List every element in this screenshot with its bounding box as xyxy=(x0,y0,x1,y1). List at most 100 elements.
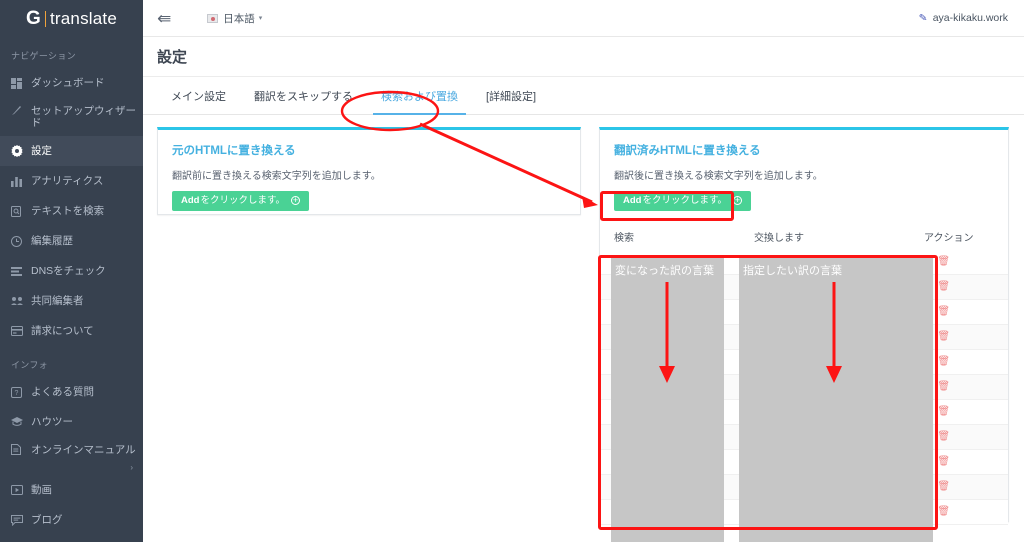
sidebar-item-label: ハウツー xyxy=(31,416,73,428)
replace-rules-table: 検索 交換します アクション ✎ 🗑 ✎ 🗑 ✎ 🗑 ✎ 🗑 ✎ 🗑 ✎ 🗑 ✎ 🗑 ✎ 🗑 ✎ 🗑 ✎ 🗑 ✎ 🗑 xyxy=(600,229,1008,525)
cell-action: ✎ 🗑 xyxy=(924,306,996,317)
tab-skip-translation[interactable]: 翻訳をスキップする xyxy=(240,77,367,114)
sidebar-item-check-dns[interactable]: DNSをチェック xyxy=(0,256,143,286)
sidebar-item-label: 共同編集者 xyxy=(31,295,84,307)
video-icon xyxy=(11,485,31,495)
sidebar-item-label: テキストを検索 xyxy=(31,205,105,217)
trash-icon[interactable]: 🗑 xyxy=(937,281,950,292)
sidebar-item-label: 請求について xyxy=(31,325,94,337)
add-button-bold-label: Add xyxy=(623,195,642,206)
chevron-right-icon: › xyxy=(130,463,133,472)
sidebar: G translate ナビゲーション ダッシュボード セットアップウィザード … xyxy=(0,0,143,542)
pencil-icon[interactable]: ✎ xyxy=(924,356,932,367)
table-row: ✎ 🗑 xyxy=(600,324,1008,350)
trash-icon[interactable]: 🗑 xyxy=(937,331,950,342)
table-row: ✎ 🗑 xyxy=(600,499,1008,525)
pencil-icon[interactable]: ✎ xyxy=(924,281,932,292)
language-selector[interactable]: 日本語 ▾ xyxy=(207,11,262,26)
pencil-icon[interactable]: ✎ xyxy=(924,306,932,317)
tab-advanced-settings[interactable]: [詳細設定] xyxy=(472,77,550,114)
flag-icon xyxy=(207,13,219,23)
sidebar-item-billing[interactable]: 請求について xyxy=(0,316,143,346)
tab-main-settings[interactable]: メイン設定 xyxy=(157,77,240,114)
brand-logo[interactable]: G translate xyxy=(0,0,143,37)
sidebar-item-label: 編集履歴 xyxy=(31,235,73,247)
cell-action: ✎ 🗑 xyxy=(924,381,996,392)
tab-search-and-replace[interactable]: 検索および置換 xyxy=(367,77,472,115)
sidebar-item-howto[interactable]: ハウツー xyxy=(0,407,143,437)
trash-icon[interactable]: 🗑 xyxy=(937,381,950,392)
top-bar: ⇚ 日本語 ▾ ✎ aya-kikaku.work xyxy=(143,0,1024,37)
sidebar-item-edit-history[interactable]: 編集履歴 xyxy=(0,226,143,256)
sidebar-item-settings[interactable]: 設定 xyxy=(0,136,143,166)
sidebar-item-setup-wizard[interactable]: セットアップウィザード xyxy=(0,98,143,136)
cards-row: 元のHTMLに置き換える 翻訳前に置き換える検索文字列を追加します。 Add を… xyxy=(143,115,1024,525)
plus-circle-icon: + xyxy=(733,195,743,206)
page-title: 設定 xyxy=(157,49,188,66)
original-html-replace-card: 元のHTMLに置き換える 翻訳前に置き換える検索文字列を追加します。 Add を… xyxy=(157,127,581,215)
table-row: ✎ 🗑 xyxy=(600,349,1008,375)
pencil-icon[interactable]: ✎ xyxy=(924,256,932,267)
app-root: G translate ナビゲーション ダッシュボード セットアップウィザード … xyxy=(0,0,1024,542)
pencil-icon[interactable]: ✎ xyxy=(924,481,932,492)
trash-icon[interactable]: 🗑 xyxy=(937,356,950,367)
table-body: ✎ 🗑 ✎ 🗑 ✎ 🗑 ✎ 🗑 ✎ 🗑 ✎ 🗑 ✎ 🗑 ✎ 🗑 ✎ 🗑 ✎ 🗑 ✎ 🗑 xyxy=(600,249,1008,525)
table-row: ✎ 🗑 xyxy=(600,424,1008,450)
brand-logo-g: G xyxy=(26,7,41,29)
pencil-icon[interactable]: ✎ xyxy=(924,456,932,467)
trash-icon[interactable]: 🗑 xyxy=(937,456,950,467)
gear-icon xyxy=(11,145,31,157)
add-button-label: をクリックします。 xyxy=(642,195,728,206)
sidebar-item-label: 動画 xyxy=(31,484,52,496)
pencil-icon[interactable]: ✎ xyxy=(924,431,932,442)
pencil-icon[interactable]: ✎ xyxy=(924,331,932,342)
add-button-label: をクリックします。 xyxy=(200,195,286,206)
sidebar-item-label: オンラインマニュアル xyxy=(31,444,136,456)
collapse-sidebar-icon[interactable]: ⇚ xyxy=(157,10,171,27)
cell-action: ✎ 🗑 xyxy=(924,456,996,467)
pencil-icon[interactable]: ✎ xyxy=(924,381,932,392)
sidebar-item-collaborators[interactable]: 共同編集者 xyxy=(0,286,143,316)
card-title: 翻訳済みHTMLに置き換える xyxy=(614,145,761,157)
sidebar-item-faq[interactable]: ? よくある質問 xyxy=(0,377,143,407)
card-description: 翻訳前に置き換える検索文字列を追加します。 xyxy=(172,171,381,182)
sidebar-item-video[interactable]: 動画 xyxy=(0,475,143,505)
cell-action: ✎ 🗑 xyxy=(924,356,996,367)
trash-icon[interactable]: 🗑 xyxy=(937,506,950,517)
sidebar-item-label: ブログ xyxy=(31,514,63,526)
translated-html-replace-card: 翻訳済みHTMLに置き換える 翻訳後に置き換える検索文字列を追加します。 Add… xyxy=(599,127,1009,525)
trash-icon[interactable]: 🗑 xyxy=(937,431,950,442)
billing-icon xyxy=(11,326,31,336)
table-row: ✎ 🗑 xyxy=(600,299,1008,325)
column-header-search: 検索 xyxy=(614,232,634,244)
trash-icon[interactable]: 🗑 xyxy=(937,306,950,317)
sidebar-item-online-manual[interactable]: オンラインマニュアル › xyxy=(0,437,143,475)
page-content: 設定 メイン設定 翻訳をスキップする 検索および置換 [詳細設定] 元のHTML… xyxy=(143,37,1024,542)
trash-icon[interactable]: 🗑 xyxy=(937,406,950,417)
sidebar-item-dashboard[interactable]: ダッシュボード xyxy=(0,68,143,98)
sidebar-item-search-text[interactable]: テキストを検索 xyxy=(0,196,143,226)
cell-action: ✎ 🗑 xyxy=(924,281,996,292)
sidebar-item-analytics[interactable]: アナリティクス xyxy=(0,166,143,196)
sidebar-item-blog[interactable]: ブログ xyxy=(0,505,143,535)
brand-logo-word: translate xyxy=(49,8,117,28)
trash-icon[interactable]: 🗑 xyxy=(937,481,950,492)
history-icon xyxy=(11,235,31,247)
plus-circle-icon: + xyxy=(291,195,301,206)
add-button-bold-label: Add xyxy=(181,195,200,206)
right-add-button[interactable]: Add をクリックします。 + xyxy=(614,191,752,211)
account-menu[interactable]: ✎ aya-kikaku.work xyxy=(919,12,1008,24)
wizard-icon xyxy=(11,105,31,116)
chevron-down-icon: ▾ xyxy=(258,15,263,22)
trash-icon[interactable]: 🗑 xyxy=(937,256,950,267)
dashboard-icon xyxy=(11,77,31,89)
cell-action: ✎ 🗑 xyxy=(924,331,996,342)
pencil-icon[interactable]: ✎ xyxy=(924,406,932,417)
pen-icon: ✎ xyxy=(918,12,929,24)
table-header-row: 検索 交換します アクション xyxy=(600,229,1008,244)
settings-tabs: メイン設定 翻訳をスキップする 検索および置換 [詳細設定] xyxy=(143,77,1024,115)
pencil-icon[interactable]: ✎ xyxy=(924,506,932,517)
faq-icon: ? xyxy=(11,386,31,398)
sidebar-item-label: ダッシュボード xyxy=(31,77,105,89)
left-add-button[interactable]: Add をクリックします。 + xyxy=(172,191,310,211)
